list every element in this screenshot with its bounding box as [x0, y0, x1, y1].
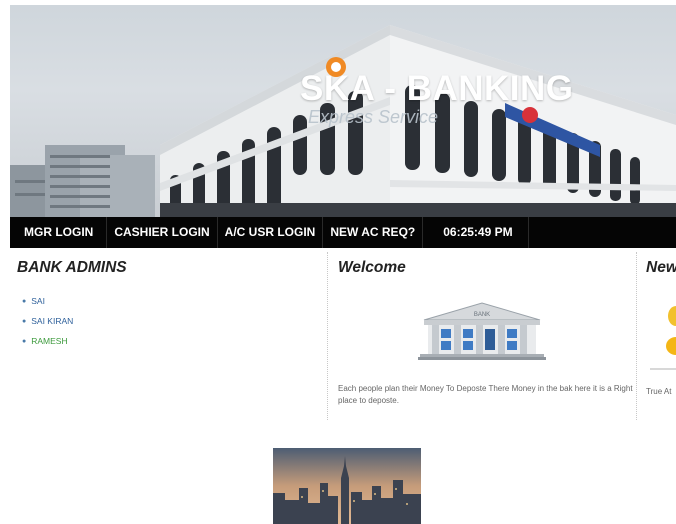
- svg-text:BANK: BANK: [474, 312, 490, 318]
- header-banner: SKA - BANKING Express Service: [10, 5, 676, 217]
- admin-link-sai-kiran[interactable]: SAI KIRAN: [31, 316, 73, 326]
- news-panel: News True At: [636, 252, 676, 420]
- bank-admins-panel: BANK ADMINS ● SAI ● SAI KIRAN ● RAMESH: [10, 252, 326, 420]
- list-item: ● SAI KIRAN: [22, 311, 73, 331]
- coin-icon: [650, 306, 676, 370]
- clock-display: 06:25:49 PM: [423, 217, 529, 248]
- bullet-icon: ●: [22, 297, 27, 305]
- list-item: ● SAI: [22, 291, 73, 311]
- news-text: True At: [646, 387, 672, 396]
- bank-building-icon: BANK: [418, 302, 546, 360]
- admin-link-ramesh[interactable]: RAMESH: [31, 336, 67, 346]
- welcome-text: Each people plan their Money To Deposte …: [338, 384, 633, 405]
- nav-mgr-login[interactable]: MGR LOGIN: [10, 217, 108, 248]
- news-heading: News: [646, 259, 676, 276]
- nav-acc-user-login[interactable]: A/C USR LOGIN: [218, 217, 324, 248]
- site-title: SKA - BANKING: [300, 69, 574, 108]
- site-subtitle: Express Service: [308, 107, 439, 127]
- admin-list: ● SAI ● SAI KIRAN ● RAMESH: [22, 291, 73, 351]
- welcome-heading: Welcome: [338, 259, 406, 276]
- bullet-icon: ●: [22, 337, 27, 345]
- main-nav: MGR LOGIN CASHIER LOGIN A/C USR LOGIN NE…: [10, 217, 676, 248]
- nav-cashier-login[interactable]: CASHIER LOGIN: [107, 217, 218, 248]
- nav-new-account-request[interactable]: NEW AC REQ?: [323, 217, 424, 248]
- list-item: ● RAMESH: [22, 331, 73, 351]
- welcome-panel: Welcome BANK Each people plan their Mone…: [327, 252, 637, 420]
- bank-admins-heading: BANK ADMINS: [17, 259, 127, 276]
- admin-link-sai[interactable]: SAI: [31, 296, 45, 306]
- city-skyline-image: [273, 448, 421, 524]
- bullet-icon: ●: [22, 317, 27, 325]
